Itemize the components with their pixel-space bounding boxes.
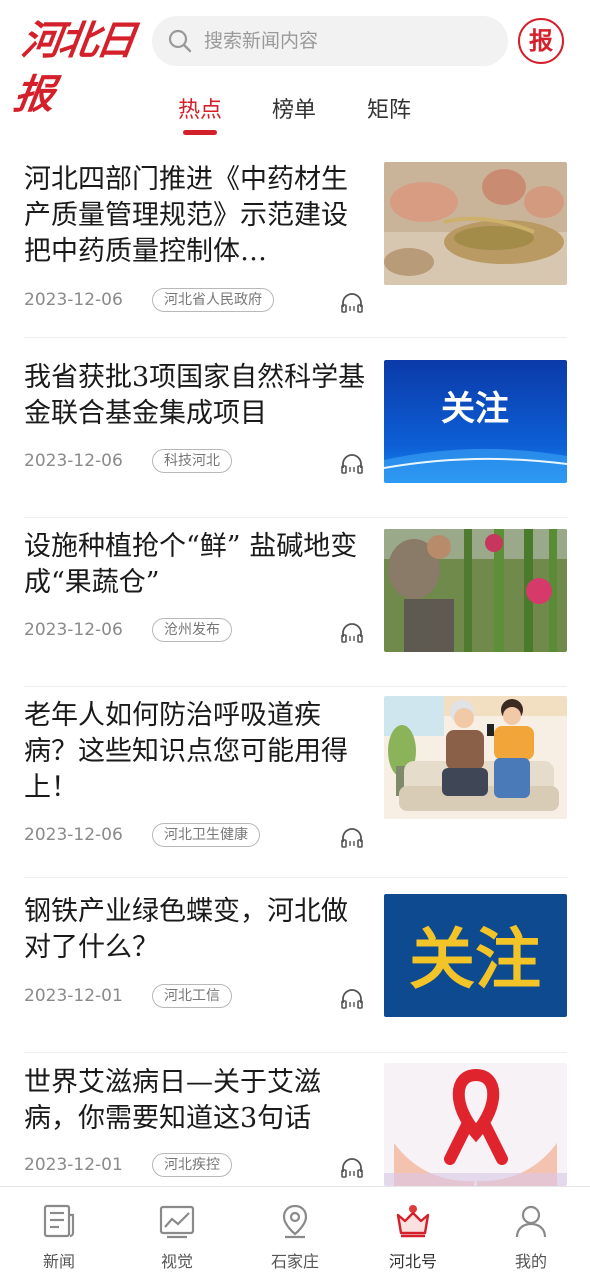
category-tabs: 热点 榜单 矩阵 [0, 82, 590, 142]
news-thumbnail-dragon-fruit[interactable] [384, 529, 567, 652]
location-pin-icon [282, 1204, 308, 1239]
search-bar[interactable]: 搜索新闻内容 [152, 16, 508, 66]
nav-shijiazhuang[interactable]: 石家庄 [236, 1187, 354, 1280]
search-icon [168, 29, 192, 53]
news-title[interactable]: 老年人如何防治呼吸道疾病？这些知识点您可能用得上！ [24, 698, 368, 808]
search-placeholder: 搜索新闻内容 [204, 30, 319, 52]
app-logo[interactable]: 河北日报 [11, 14, 148, 118]
news-item[interactable]: 世界艾滋病日—关于艾滋病，你需要知道这3句话 2023-12-01 河北疾控 [0, 1063, 590, 1186]
tab-hot[interactable]: 热点 [178, 92, 222, 124]
nav-label: 石家庄 [270, 1252, 319, 1271]
news-source-tag[interactable]: 河北卫生健康 [152, 823, 260, 847]
nav-label: 河北号 [388, 1252, 437, 1271]
headphone-icon[interactable] [340, 621, 364, 643]
tab-ranking[interactable]: 榜单 [272, 92, 316, 124]
news-item[interactable]: 我省获批3项国家自然科学基金联合基金集成项目 2023-12-06 科技河北 关… [0, 358, 590, 518]
news-source-tag[interactable]: 河北疾控 [152, 1153, 232, 1177]
news-date: 2023-12-06 [24, 451, 123, 471]
divider [24, 337, 567, 338]
news-source-tag[interactable]: 科技河北 [152, 449, 232, 473]
bottom-navigation: 新闻 视觉 石家庄 河北号 我的 [0, 1186, 590, 1280]
news-thumbnail-red-ribbon[interactable] [384, 1063, 567, 1186]
nav-label: 新闻 [42, 1252, 75, 1271]
headphone-icon[interactable] [340, 291, 364, 313]
news-item[interactable]: 老年人如何防治呼吸道疾病？这些知识点您可能用得上！ 2023-12-06 河北卫… [0, 696, 590, 878]
news-thumbnail-guanzhu-yellow[interactable]: 关注 [384, 894, 567, 1017]
headphone-icon[interactable] [340, 826, 364, 848]
news-date: 2023-12-06 [24, 290, 123, 310]
crown-icon [396, 1205, 430, 1238]
tab-matrix[interactable]: 矩阵 [367, 92, 411, 124]
news-date: 2023-12-06 [24, 825, 123, 845]
nav-news[interactable]: 新闻 [0, 1187, 118, 1280]
divider [24, 686, 567, 687]
nav-visual[interactable]: 视觉 [118, 1187, 236, 1280]
newspaper-edition-button[interactable]: 报 [518, 18, 564, 64]
news-source-tag[interactable]: 沧州发布 [152, 618, 232, 642]
news-date: 2023-12-01 [24, 986, 123, 1006]
app-header: 河北日报 搜索新闻内容 报 [0, 0, 590, 118]
news-title[interactable]: 河北四部门推进《中药材生产质量管理规范》示范建设 把中药质量控制体… [24, 162, 368, 272]
news-item[interactable]: 钢铁产业绿色蝶变，河北做对了什么？ 2023-12-01 河北工信 关注 [0, 894, 590, 1054]
news-title[interactable]: 钢铁产业绿色蝶变，河北做对了什么？ [24, 894, 368, 968]
headphone-icon[interactable] [340, 987, 364, 1009]
headphone-icon[interactable] [340, 452, 364, 474]
news-title[interactable]: 世界艾滋病日—关于艾滋病，你需要知道这3句话 [24, 1065, 368, 1139]
nav-mine[interactable]: 我的 [472, 1187, 590, 1280]
divider [24, 517, 567, 518]
image-chart-icon [159, 1205, 195, 1239]
news-source-tag[interactable]: 河北工信 [152, 984, 232, 1008]
news-date: 2023-12-01 [24, 1155, 123, 1175]
news-thumbnail-herbs[interactable] [384, 162, 567, 285]
headphone-icon[interactable] [340, 1156, 364, 1178]
divider [24, 877, 567, 878]
nav-label: 视觉 [160, 1252, 193, 1271]
news-title[interactable]: 设施种植抢个“鲜” 盐碱地变成“果蔬仓” [24, 529, 368, 603]
news-title[interactable]: 我省获批3项国家自然科学基金联合基金集成项目 [24, 360, 368, 434]
news-source-tag[interactable]: 河北省人民政府 [152, 288, 274, 312]
newspaper-icon [43, 1204, 75, 1238]
active-tab-indicator [183, 130, 217, 135]
nav-hebei-hao[interactable]: 河北号 [354, 1187, 472, 1280]
divider [24, 1052, 567, 1053]
user-icon [515, 1205, 547, 1238]
news-date: 2023-12-06 [24, 620, 123, 640]
nav-label: 我的 [514, 1252, 547, 1271]
banner-text: 关注 [409, 921, 541, 998]
news-item[interactable]: 设施种植抢个“鲜” 盐碱地变成“果蔬仓” 2023-12-06 沧州发布 [0, 527, 590, 687]
news-thumbnail-elderly-couple[interactable] [384, 696, 567, 819]
news-thumbnail-guanzhu-blue[interactable]: 关注 [384, 360, 567, 483]
news-item[interactable]: 河北四部门推进《中药材生产质量管理规范》示范建设 把中药质量控制体… 2023-… [0, 160, 590, 338]
banner-text: 关注 [441, 389, 509, 429]
